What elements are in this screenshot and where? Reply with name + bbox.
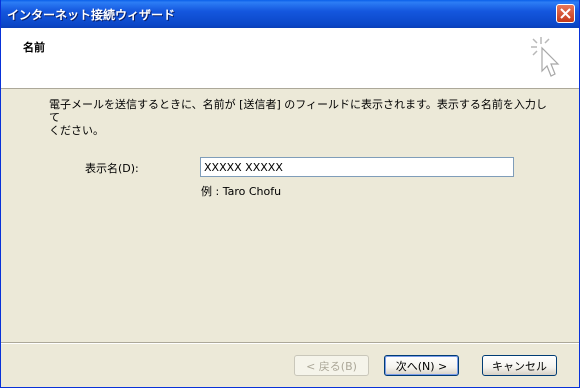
example-text: 例 : Taro Chofu: [201, 185, 282, 198]
display-name-label: 表示名(D):: [85, 160, 139, 176]
close-button[interactable]: [556, 4, 575, 23]
window-title: インターネット接続ウィザード: [7, 8, 176, 22]
next-button[interactable]: 次へ(N) >: [384, 355, 459, 376]
cancel-button[interactable]: キャンセル: [482, 355, 557, 376]
description-line-1: 電子メールを送信するときに、名前が [送信者] のフィールドに表示されます。表示…: [49, 98, 547, 124]
display-name-shortcut: (D):: [118, 162, 139, 175]
description: 電子メールを送信するときに、名前が [送信者] のフィールドに表示されます。表示…: [49, 98, 549, 137]
wizard-header: 名前: [1, 28, 579, 89]
wizard-window: インターネット接続ウィザード 名前 電子メールを送信するときに、名前が [送信者…: [0, 0, 580, 388]
back-button[interactable]: < 戻る(B): [294, 355, 369, 376]
close-icon: [560, 8, 571, 19]
button-separator: [1, 342, 579, 344]
description-line-2: ください。: [49, 124, 104, 137]
page-title: 名前: [23, 41, 45, 54]
wizard-wand-icon: [531, 37, 560, 77]
display-name-input[interactable]: [200, 157, 514, 177]
title-bar[interactable]: インターネット接続ウィザード: [1, 0, 579, 28]
display-name-label-text: 表示名: [85, 162, 118, 175]
